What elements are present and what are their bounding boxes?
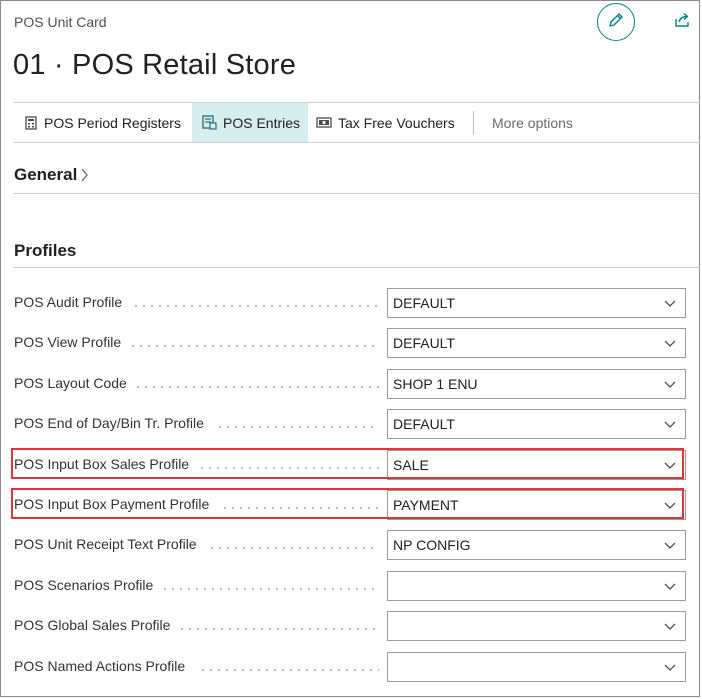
profile-select[interactable]: DEFAULT [387,328,686,358]
leader-dots [132,305,379,307]
select-value: DEFAULT [393,295,455,311]
action-pos-entries[interactable]: POS Entries [192,103,308,142]
leader-dots [216,426,379,428]
action-separator [473,111,474,135]
highlight-box-payment-profile [11,488,684,519]
entries-icon [202,115,217,130]
field-label: POS Scenarios Profile [14,577,154,593]
profile-field-row: POS Layout Code SHOP 1 ENU [14,369,686,399]
chevron-down-icon[interactable] [663,660,677,674]
profile-select[interactable]: DEFAULT [387,288,686,318]
action-pos-period-registers[interactable]: POS Period Registers [14,103,202,142]
field-label: POS End of Day/Bin Tr. Profile [14,415,204,431]
profile-select[interactable] [387,571,686,601]
pencil-icon [607,11,625,34]
chevron-down-icon[interactable] [663,336,677,350]
profile-select[interactable] [387,611,686,641]
register-icon [24,115,38,130]
section-divider [14,267,700,268]
leader-dots [208,547,379,549]
profile-field-row: POS Unit Receipt Text Profile NP CONFIG [14,530,686,560]
leader-dots [161,588,379,590]
profile-field-row: POS End of Day/Bin Tr. Profile DEFAULT [14,409,686,439]
section-general-header[interactable]: General [14,165,89,185]
profile-select[interactable] [387,652,686,682]
profile-field-row: POS Global Sales Profile [14,611,686,641]
chevron-right-icon [80,167,89,183]
page-title: 01 · POS Retail Store [13,49,297,81]
highlight-box-sales-profile [11,448,684,479]
chevron-down-icon[interactable] [663,619,677,633]
section-profiles-header[interactable]: Profiles [14,241,76,261]
select-value: DEFAULT [393,416,455,432]
profile-field-row: POS Scenarios Profile [14,571,686,601]
chevron-down-icon[interactable] [663,377,677,391]
section-title: General [14,165,78,184]
action-label: POS Period Registers [44,114,181,131]
select-value: NP CONFIG [393,537,471,553]
field-label: POS Layout Code [14,375,127,391]
chevron-down-icon[interactable] [663,538,677,552]
voucher-icon [316,116,332,129]
field-label: POS Audit Profile [14,294,123,310]
leader-dots [178,628,379,630]
profile-field-row: POS View Profile DEFAULT [14,328,686,358]
action-label: More options [492,114,573,131]
section-divider [14,193,700,194]
field-label: POS Global Sales Profile [14,617,171,633]
profile-field-row: POS Audit Profile DEFAULT [14,288,686,318]
action-label: POS Entries [223,114,301,131]
select-value: DEFAULT [393,335,455,351]
leader-dots [199,669,379,671]
chevron-down-icon[interactable] [663,296,677,310]
action-tax-free-vouchers[interactable]: Tax Free Vouchers [308,103,476,142]
share-button[interactable] [672,12,692,32]
profile-select[interactable]: DEFAULT [387,409,686,439]
chevron-down-icon[interactable] [663,417,677,431]
profile-select[interactable]: NP CONFIG [387,530,686,560]
field-label: POS View Profile [14,334,122,350]
page-caption: POS Unit Card [14,14,107,30]
leader-dots [134,386,379,388]
leader-dots [129,345,379,347]
profile-select[interactable]: SHOP 1 ENU [387,369,686,399]
share-icon [673,11,691,34]
profile-field-row: POS Named Actions Profile [14,652,686,682]
more-options-button[interactable]: More options [492,103,602,142]
edit-button[interactable] [597,3,635,41]
action-bar: POS Period Registers POS Entries Tax Fre… [14,102,700,143]
field-label: POS Unit Receipt Text Profile [14,536,197,552]
field-label: POS Named Actions Profile [14,658,186,674]
chevron-down-icon[interactable] [663,579,677,593]
action-label: Tax Free Vouchers [338,114,455,131]
section-title: Profiles [14,241,77,260]
select-value: SHOP 1 ENU [393,376,478,392]
